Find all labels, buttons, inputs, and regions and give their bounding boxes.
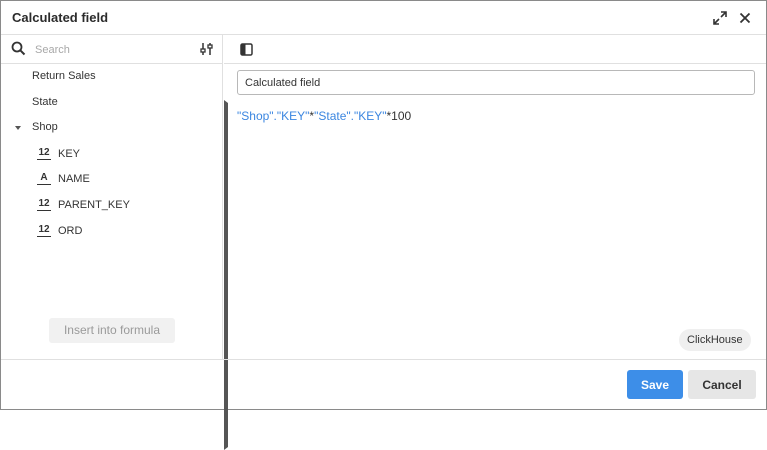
- tree-item-label: Return Sales: [32, 70, 96, 82]
- formula-ref-shop[interactable]: "Shop": [237, 109, 274, 123]
- insert-into-formula-button[interactable]: Insert into formula: [49, 318, 175, 343]
- filter-settings-icon[interactable]: [200, 42, 214, 56]
- search-bar: [1, 35, 222, 64]
- field-label: NAME: [58, 173, 90, 185]
- tree-item-return-sales[interactable]: Return Sales: [1, 66, 228, 424]
- field-item-parent-key[interactable]: 12 PARENT_KEY: [1, 194, 222, 216]
- field-item-key[interactable]: 12 KEY: [1, 143, 222, 165]
- text-type-icon: A: [37, 172, 51, 185]
- search-icon: [11, 41, 26, 56]
- field-name-input[interactable]: [237, 70, 755, 95]
- field-item-ord[interactable]: 12 ORD: [1, 220, 222, 242]
- field-item-name[interactable]: A NAME: [1, 168, 222, 190]
- toggle-panel-icon[interactable]: [240, 43, 253, 56]
- fields-panel: Return Sales State Shop 12 KEY A NAME 12…: [1, 35, 228, 450]
- formula-operator: *100: [386, 109, 412, 123]
- formula-ref-state[interactable]: "State": [314, 109, 351, 123]
- dialog-title: Calculated field: [12, 10, 109, 25]
- tree-item-label: State: [32, 96, 58, 108]
- formula-ref-key[interactable]: "KEY": [354, 109, 387, 123]
- formula-text[interactable]: "Shop"."KEY"*"State"."KEY"*100: [237, 109, 411, 123]
- field-label: PARENT_KEY: [58, 199, 130, 211]
- formula-editor-panel: "Shop"."KEY"*"State"."KEY"*100 ClickHous…: [224, 35, 766, 359]
- save-button[interactable]: Save: [627, 370, 683, 399]
- formula-ref-key[interactable]: "KEY": [277, 109, 310, 123]
- number-type-icon: 12: [37, 147, 51, 160]
- search-input[interactable]: [35, 41, 185, 58]
- number-type-icon: 12: [37, 198, 51, 211]
- sql-dialect-badge: ClickHouse: [679, 329, 751, 351]
- number-type-icon: 12: [37, 224, 51, 237]
- tree-item-label: Shop: [32, 121, 58, 133]
- field-label: ORD: [58, 225, 83, 237]
- dialog-titlebar: Calculated field: [1, 1, 766, 35]
- field-label: KEY: [58, 148, 81, 160]
- editor-toolbar: [224, 35, 766, 64]
- collapse-arrow-icon[interactable]: [15, 126, 21, 130]
- close-icon[interactable]: [735, 8, 755, 28]
- calculated-field-dialog: Calculated field R: [0, 0, 767, 450]
- tree-item-shop[interactable]: Shop: [1, 117, 222, 139]
- tree-item-state[interactable]: State: [1, 92, 228, 450]
- cancel-button[interactable]: Cancel: [688, 370, 756, 399]
- maximize-icon[interactable]: [710, 8, 730, 28]
- dialog-footer: Save Cancel: [1, 359, 766, 409]
